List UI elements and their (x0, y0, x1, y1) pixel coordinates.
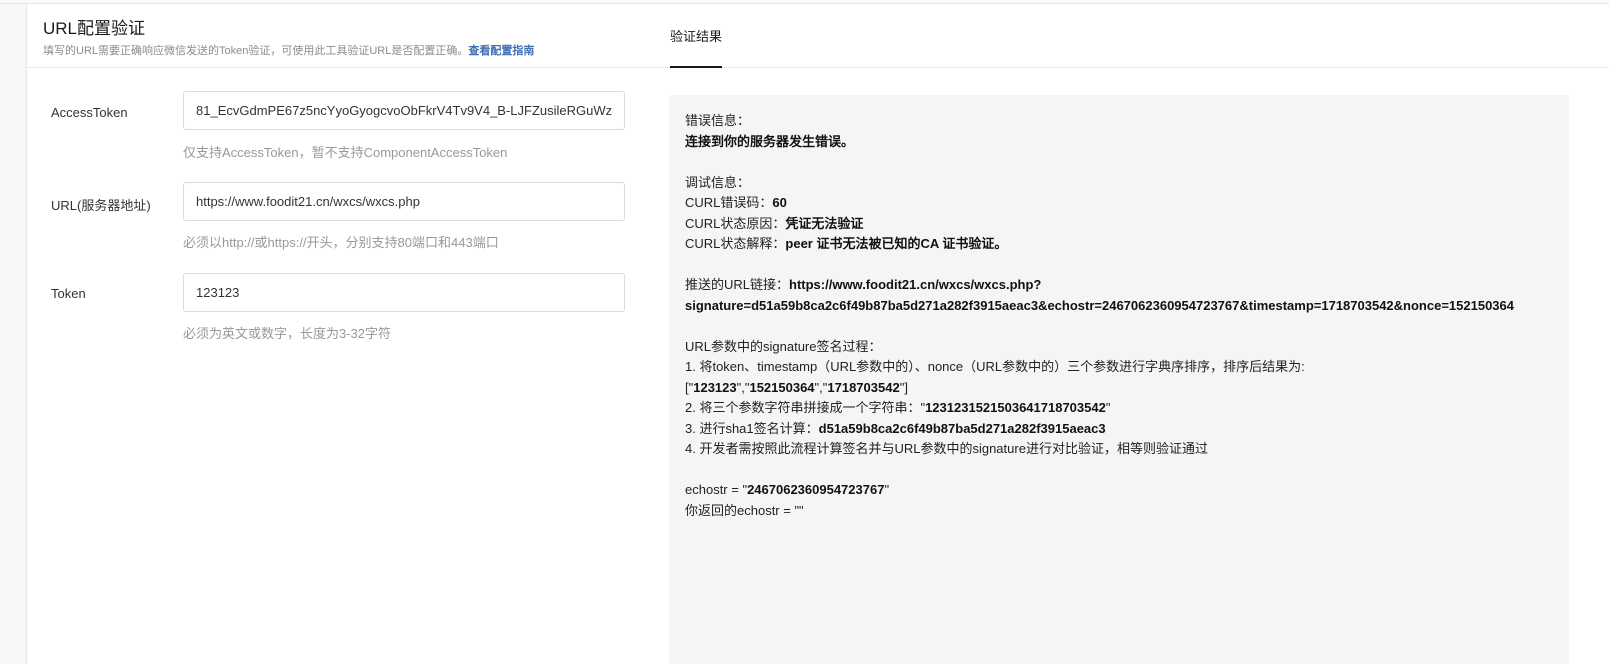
config-panel: URL配置验证 填写的URL需要正确响应微信发送的Token验证，可使用此工具验… (27, 4, 667, 664)
sorted-params: ["123123","152150364","1718703542"] (685, 379, 908, 395)
signature-title: URL参数中的signature签名过程： (685, 338, 882, 354)
accesstoken-label: AccessToken (51, 105, 128, 120)
result-tab-bar: 验证结果 (650, 4, 1609, 68)
config-guide-link[interactable]: 查看配置指南 (468, 45, 534, 57)
page-description-text: 填写的URL需要正确响应微信发送的Token验证，可使用此工具验证URL是否配置… (43, 45, 469, 57)
left-gutter (0, 4, 27, 664)
result-output: 错误信息： 连接到你的服务器发生错误。 调试信息： CURL错误码：60 CUR… (669, 95, 1569, 664)
echostr-line: echostr = "2467062360954723767" (685, 482, 890, 497)
token-hint: 必须为英文或数字，长度为3-32字符 (183, 326, 392, 341)
error-label: 错误信息： (685, 113, 751, 128)
curl-reason: CURL状态原因：凭证无法验证 (685, 215, 864, 231)
error-value: 连接到你的服务器发生错误。 (685, 133, 855, 149)
signature-step-3: 3. 进行sha1签名计算：d51a59b8ca2c6f49b87ba5d271… (685, 420, 1106, 436)
push-url-params: signature=d51a59b8ca2c6f49b87ba5d271a282… (685, 297, 1514, 313)
tab-verification-result[interactable]: 验证结果 (670, 4, 723, 68)
signature-step-4: 4. 开发者需按照此流程计算签名并与URL参数中的signature进行对比验证… (685, 441, 1208, 456)
token-input[interactable] (183, 273, 625, 312)
returned-echostr-line: 你返回的echostr = "" (685, 502, 804, 518)
push-url-line: 推送的URL链接：https://www.foodit21.cn/wxcs/wx… (685, 277, 1042, 292)
page-description: 填写的URL需要正确响应微信发送的Token验证，可使用此工具验证URL是否配置… (43, 44, 666, 58)
accesstoken-input[interactable] (183, 91, 625, 130)
curl-explain: CURL状态解释：peer 证书无法被已知的CA 证书验证。 (685, 236, 1008, 251)
page-title: URL配置验证 (43, 19, 146, 38)
signature-step-2: 2. 将三个参数字符串拼接成一个字符串："1231231521503641718… (685, 400, 1111, 415)
signature-step-1: 1. 将token、timestamp（URL参数中的）、nonce（URL参数… (685, 359, 1305, 374)
token-label: Token (51, 286, 86, 301)
curl-code: CURL错误码：60 (685, 195, 787, 210)
accesstoken-hint: 仅支持AccessToken，暂不支持ComponentAccessToken (183, 145, 508, 160)
url-hint: 必须以http://或https://开头，分别支持80端口和443端口 (183, 235, 499, 250)
result-panel: 验证结果 错误信息： 连接到你的服务器发生错误。 调试信息： CURL错误码：6… (650, 4, 1609, 664)
debug-label: 调试信息： (685, 174, 751, 190)
url-input[interactable] (183, 182, 625, 221)
url-label: URL(服务器地址) (51, 198, 151, 213)
config-header: URL配置验证 填写的URL需要正确响应微信发送的Token验证，可使用此工具验… (27, 4, 666, 68)
